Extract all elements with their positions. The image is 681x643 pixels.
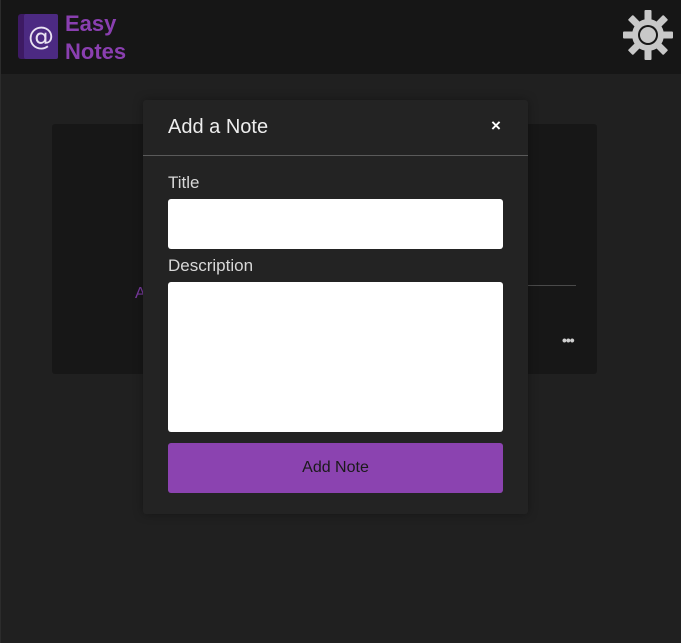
theme-toggle-button[interactable] <box>621 8 675 62</box>
logo: @ <box>18 14 58 59</box>
title-input[interactable] <box>168 199 503 249</box>
close-button[interactable]: × <box>487 116 505 136</box>
description-label: Description <box>168 256 254 275</box>
sun-icon <box>623 10 673 60</box>
app-header: @ Easy Notes <box>1 0 681 74</box>
add-note-button[interactable]: Add Note <box>168 443 503 493</box>
at-sign-icon: @ <box>28 22 54 52</box>
modal-header: Add a Note × <box>143 100 528 156</box>
app-name: Easy Notes <box>65 10 126 66</box>
modal-title: Add a Note <box>168 116 269 138</box>
app-page: @ Easy Notes A ••• Add a Note × Title De… <box>0 0 681 643</box>
app-name-line1: Easy <box>65 11 117 36</box>
add-note-modal: Add a Note × Title Description Add Note <box>143 100 528 514</box>
title-label: Title <box>168 173 200 192</box>
description-input[interactable] <box>168 282 503 432</box>
more-options-button[interactable]: ••• <box>562 332 575 348</box>
app-name-line2: Notes <box>65 39 127 64</box>
